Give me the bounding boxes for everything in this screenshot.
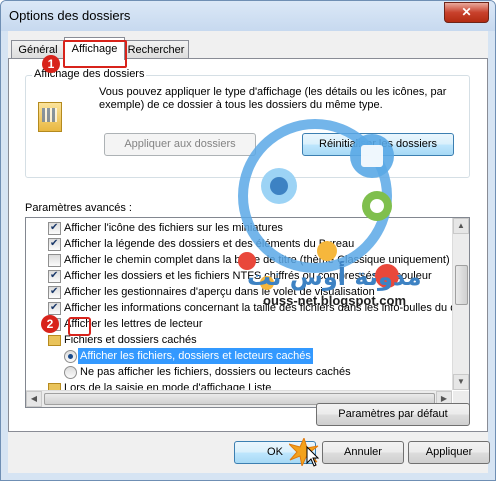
radio-highlight-annotation [68, 317, 91, 336]
close-icon: ✕ [461, 5, 472, 19]
folder-icon [48, 335, 61, 346]
cancel-button[interactable]: Annuler [322, 441, 404, 464]
tab-general[interactable]: Général [11, 40, 65, 59]
scrollbar-thumb[interactable] [455, 265, 468, 305]
radio-button[interactable] [64, 350, 77, 363]
checkbox[interactable] [48, 220, 61, 236]
mouse-cursor-icon [306, 446, 320, 467]
scroll-down-icon[interactable]: ▼ [453, 374, 469, 390]
close-button[interactable]: ✕ [444, 2, 489, 23]
checkbox[interactable] [48, 236, 61, 252]
apply-to-folders-button[interactable]: Appliquer aux dossiers [104, 133, 256, 156]
step-badge-1: 1 [42, 55, 60, 73]
checkbox[interactable] [48, 284, 61, 300]
folder-view-group: Affichage des dossiers Vous pouvez appli… [25, 68, 470, 178]
tab-rechercher[interactable]: Rechercher [123, 40, 189, 59]
radio-button[interactable] [64, 366, 77, 379]
reset-folders-button[interactable]: Réinitialiser les dossiers [302, 133, 454, 156]
list-item-label: Afficher les fichiers, dossiers et lecte… [78, 348, 313, 364]
tab-panel-affichage: Affichage des dossiers Vous pouvez appli… [8, 58, 488, 432]
folder-view-description: Vous pouvez appliquer le type d'affichag… [99, 86, 447, 111]
tab-strip: Général Affichage Rechercher [8, 37, 488, 68]
dialog-body: Général Affichage Rechercher 1 Affichage… [8, 31, 490, 473]
checkbox[interactable] [48, 254, 61, 267]
scroll-left-icon[interactable]: ◀ [26, 391, 42, 407]
restore-defaults-button[interactable]: Paramètres par défaut [316, 403, 470, 426]
scroll-up-icon[interactable]: ▲ [453, 218, 469, 234]
folder-view-icon [38, 102, 62, 132]
window-title: Options des dossiers [9, 8, 131, 23]
vertical-scrollbar[interactable]: ▲ ▼ [452, 218, 469, 390]
checkbox[interactable] [48, 300, 61, 316]
list-item-label: Afficher la légende des dossiers et des … [64, 238, 355, 250]
step-badge-2: 2 [41, 315, 59, 333]
watermark-arabic-text: مدونة أوس نت [247, 263, 422, 291]
checkbox[interactable] [48, 268, 61, 284]
watermark-url: ouss-net.blogspot.com [263, 293, 406, 308]
folder-options-window: Options des dossiers ✕ Général Affichage… [0, 0, 496, 481]
title-bar: Options des dossiers ✕ [1, 1, 495, 31]
advanced-settings-label: Paramètres avancés : [25, 202, 132, 214]
tab-highlight-annotation [63, 40, 127, 68]
list-item-label: Afficher l'icône des fichiers sur les mi… [64, 222, 283, 234]
list-item-label: Ne pas afficher les fichiers, dossiers o… [80, 366, 351, 378]
apply-button[interactable]: Appliquer [408, 441, 490, 464]
advanced-settings-list[interactable]: Afficher l'icône des fichiers sur les mi… [25, 217, 470, 408]
